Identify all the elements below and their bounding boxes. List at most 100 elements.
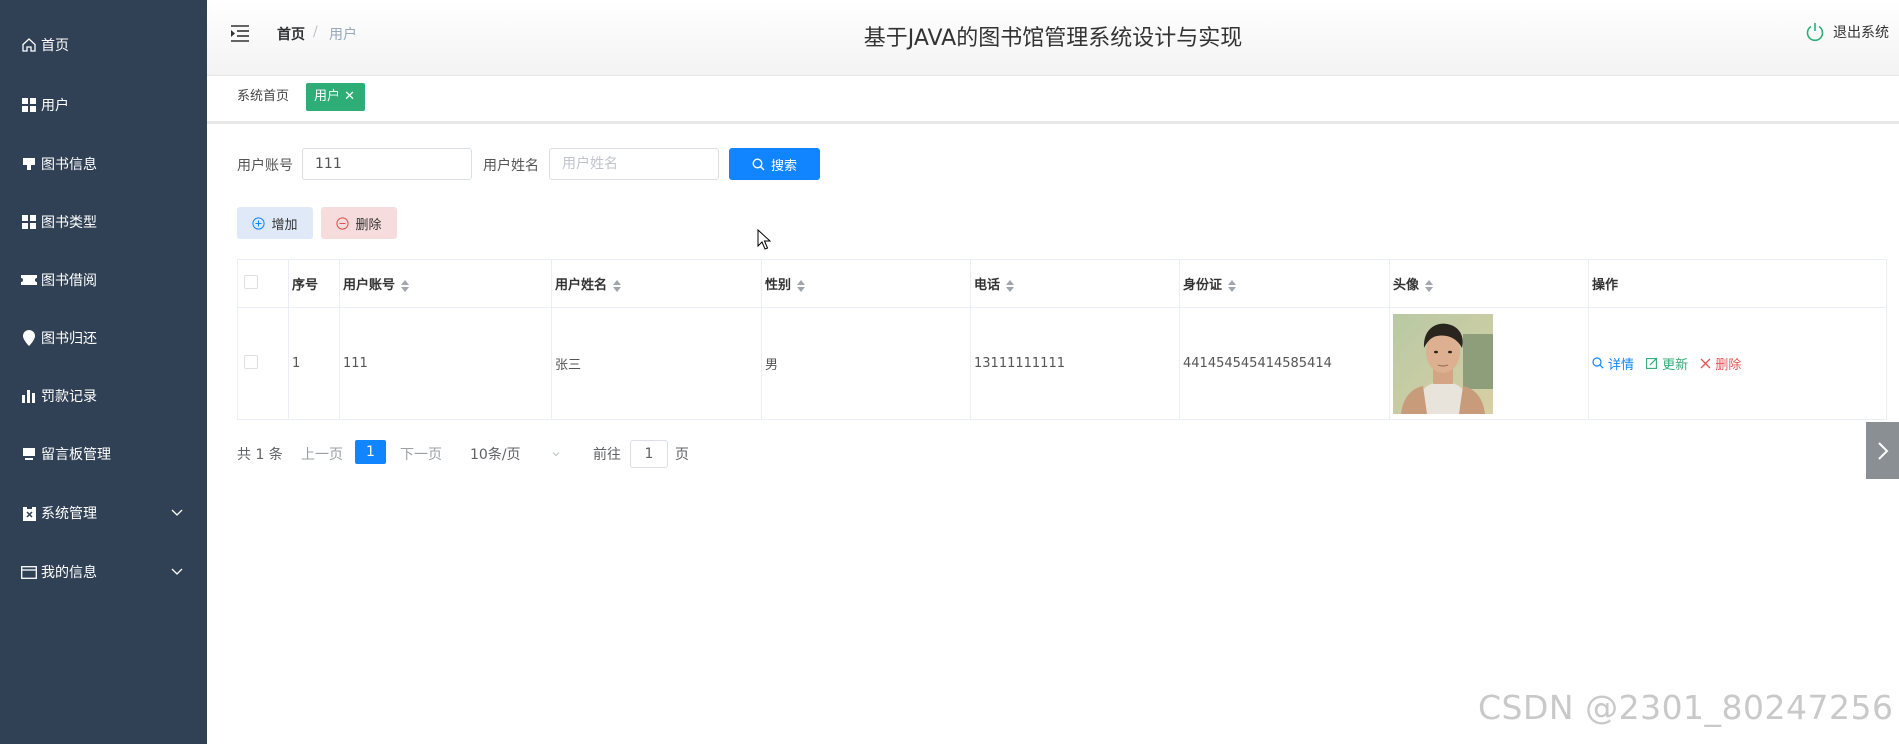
sidebar-item-label: 留言板管理 [41,447,111,463]
logout-button[interactable]: 退出系统 [1805,22,1889,42]
cell-phone: 13111111111 [970,307,1180,420]
select-all-checkbox[interactable] [244,274,258,289]
sort-icon[interactable] [1228,279,1237,292]
tag-users-active[interactable]: 用户 ✕ [306,83,365,111]
sort-icon[interactable] [401,279,410,292]
chevron-down-icon [171,568,183,575]
row-checkbox[interactable] [244,354,258,369]
header-account-label: 用户账号 [343,278,396,293]
sidebar-item-label: 我的信息 [41,565,97,581]
sidebar-item-messages[interactable]: 留言板管理 [0,432,207,476]
edit-icon [1646,357,1658,370]
header-idcard-label: 身份证 [1183,278,1223,293]
account-input[interactable] [302,148,472,180]
chevron-down-icon [552,452,559,457]
cell-index: 1 [288,307,340,420]
users-table: 序号 用户账号 用户姓名 性别 电话 身份证 头像 操作 1 111 张三 男 … [237,259,1887,420]
sidebar-item-book-return[interactable]: 图书归还 [0,316,207,360]
header-idcard[interactable]: 身份证 [1179,259,1390,308]
watermark: CSDN @2301_80247256 [1478,688,1894,727]
sidebar-item-my-info[interactable]: 我的信息 [0,550,207,594]
delete-link[interactable]: 删除 [1700,354,1741,373]
page-title: 基于JAVA的图书馆管理系统设计与实现 [863,26,1243,51]
delete-button-label: 删除 [355,217,382,233]
grid-icon [21,97,37,113]
header-name-label: 用户姓名 [555,278,608,293]
cell-account: 111 [339,307,552,420]
sidebar-item-fines[interactable]: 罚款记录 [0,374,207,418]
grid-icon [21,214,37,230]
header-phone[interactable]: 电话 [970,259,1180,308]
minus-circle-icon [336,216,350,230]
search-button[interactable]: 搜索 [729,148,820,180]
header-avatar[interactable]: 头像 [1389,259,1589,308]
header-account[interactable]: 用户账号 [339,259,552,308]
table-header-row: 序号 用户账号 用户姓名 性别 电话 身份证 头像 操作 [237,259,1887,308]
tag-home[interactable]: 系统首页 [237,83,289,111]
page-size-label: 10条/页 [470,447,521,463]
pagination-page-unit: 页 [675,447,689,463]
header-name[interactable]: 用户姓名 [551,259,762,308]
header-index: 序号 [288,259,340,308]
tag-label: 用户 [314,89,341,104]
sidebar-item-label: 用户 [41,98,69,114]
sidebar-item-label: 罚款记录 [41,389,97,405]
sidebar-item-label: 首页 [41,38,69,54]
sort-icon[interactable] [797,279,806,292]
power-icon [1806,23,1824,42]
search-icon [752,157,765,170]
name-label: 用户姓名 [483,158,539,174]
pagination-next[interactable]: 下一页 [400,444,442,464]
tags-bar: 系统首页 用户 ✕ [207,77,1899,124]
sidebar-item-system[interactable]: 系统管理 [0,491,207,535]
sidebar-item-label: 图书类型 [41,215,97,231]
header-avatar-label: 头像 [1393,278,1420,293]
update-link[interactable]: 更新 [1646,354,1688,373]
close-icon[interactable]: ✕ [344,89,355,104]
account-label: 用户账号 [237,158,293,174]
sidebar-item-book-types[interactable]: 图书类型 [0,200,207,244]
row-select-cell [237,307,289,420]
select-all-cell [237,259,289,308]
sort-icon[interactable] [1006,279,1015,292]
delete-button[interactable]: 删除 [321,207,397,239]
sidebar-item-book-borrow[interactable]: 图书借阅 [0,258,207,302]
pagination-goto-label: 前往 [593,447,621,463]
add-button-label: 增加 [271,217,298,233]
app-root: 首页 用户 图书信息 图书类型 图书借阅 图书归还 罚款记录 留言板管理 系统管… [0,0,1899,744]
sidebar-item-users[interactable]: 用户 [0,83,207,127]
clipboard-icon [21,505,37,521]
header-ops: 操作 [1588,259,1887,308]
header-phone-label: 电话 [974,278,1001,293]
pagination-goto-input[interactable]: 1 [630,440,668,468]
ticket-icon [21,272,37,288]
sort-icon[interactable] [1425,279,1434,292]
name-input[interactable] [549,148,719,180]
cell-idcard: 441454545414585414 [1179,307,1390,420]
pin-icon [21,156,37,172]
sidebar-item-label: 系统管理 [41,506,97,522]
sidebar-item-home[interactable]: 首页 [0,23,207,67]
mouse-cursor-icon [757,229,771,250]
search-button-label: 搜索 [770,158,797,174]
sidebar-item-label: 图书借阅 [41,273,97,289]
add-button[interactable]: 增加 [237,207,313,239]
plus-circle-icon [252,216,266,230]
sidebar: 首页 用户 图书信息 图书类型 图书借阅 图书归还 罚款记录 留言板管理 系统管… [0,0,207,744]
delete-label: 删除 [1715,358,1742,374]
pagination-page-1[interactable]: 1 [355,440,386,464]
sidebar-item-book-info[interactable]: 图书信息 [0,142,207,186]
page-size-select[interactable]: 10条/页 [470,444,561,464]
cell-gender: 男 [761,307,971,420]
sort-icon[interactable] [613,279,622,292]
avatar-image[interactable] [1393,313,1493,414]
pagination-prev[interactable]: 上一页 [301,444,343,464]
detail-link[interactable]: 详情 [1592,354,1634,373]
sidebar-item-label: 图书归还 [41,331,97,347]
card-icon [21,564,37,580]
side-panel-toggle[interactable] [1866,422,1899,479]
pagination-total: 共 1 条 [237,447,283,463]
logout-label: 退出系统 [1833,25,1889,41]
update-label: 更新 [1662,357,1689,373]
header-gender[interactable]: 性别 [761,259,971,308]
